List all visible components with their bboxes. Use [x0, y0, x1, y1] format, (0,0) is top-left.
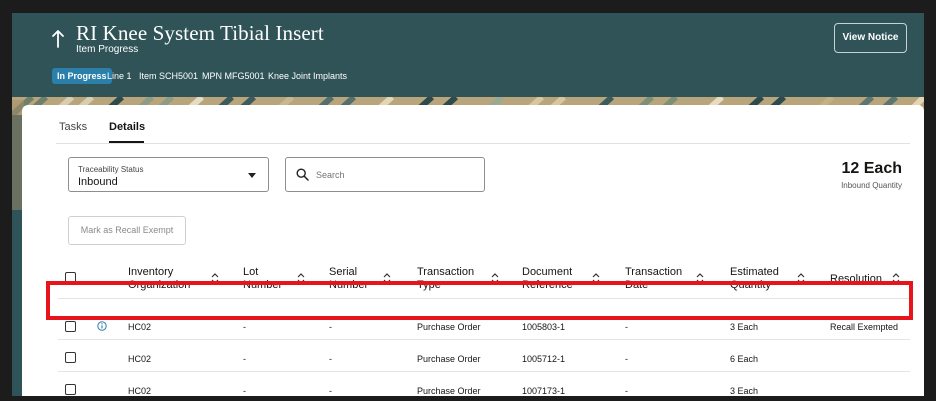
cell-inventory-organization: HC02 — [128, 322, 152, 332]
select-label: Traceability Status — [78, 165, 144, 174]
column-header-text: Transaction — [417, 266, 475, 278]
quantity-value: 12 Each — [841, 160, 902, 177]
cell-estimated-quantity: 6 Each — [730, 354, 759, 364]
column-header-text: Inventory — [128, 266, 174, 278]
cell-lot-number: - — [243, 354, 246, 364]
meta-category: Knee Joint Implants — [268, 71, 348, 81]
content-card: Tasks Details Traceability Status Inboun… — [22, 105, 924, 396]
cell-transaction-type: Purchase Order — [417, 322, 481, 332]
row-checkbox[interactable] — [65, 352, 76, 363]
cell-lot-number: - — [243, 322, 246, 332]
cell-estimated-quantity: 3 Each — [730, 386, 759, 396]
tab-bar: Tasks Details — [22, 105, 924, 143]
cell-serial-number: - — [329, 322, 332, 332]
cell-document-reference: 1005803-1 — [522, 322, 566, 332]
chevron-down-icon — [248, 173, 256, 178]
search-input[interactable] — [285, 157, 485, 192]
inbound-quantity: 12 Each Inbound Quantity — [841, 160, 902, 190]
column-header-text: Document — [522, 266, 573, 278]
meta-line: Line 1 — [107, 71, 132, 81]
search-icon — [296, 168, 309, 181]
info-icon[interactable] — [97, 321, 107, 331]
row-divider — [58, 339, 910, 340]
cell-transaction-date: - — [625, 386, 628, 396]
meta-item: Item SCH5001 — [139, 71, 199, 81]
highlight-annotation-box — [46, 281, 913, 320]
row-checkbox[interactable] — [65, 384, 76, 395]
tab-details[interactable]: Details — [109, 121, 145, 133]
cell-transaction-date: - — [625, 322, 628, 332]
row-divider — [58, 371, 910, 372]
page-title: RI Knee System Tibial Insert — [76, 21, 324, 45]
cell-transaction-type: Purchase Order — [417, 354, 481, 364]
cell-transaction-type: Purchase Order — [417, 386, 481, 396]
app-frame: RI Knee System Tibial Insert Item Progre… — [12, 13, 924, 396]
traceability-status-select[interactable]: Traceability Status Inbound — [68, 157, 269, 192]
status-badge: In Progress — [52, 68, 112, 84]
page-header: RI Knee System Tibial Insert Item Progre… — [12, 13, 924, 100]
meta-mpn: MPN MFG5001 — [202, 71, 265, 81]
cell-estimated-quantity: 3 Each — [730, 322, 759, 332]
cell-document-reference: 1005712-1 — [522, 354, 566, 364]
back-arrow-icon[interactable] — [50, 29, 66, 49]
column-header-text: Serial — [329, 266, 358, 278]
tabs-divider — [56, 143, 910, 144]
cell-serial-number: - — [329, 386, 332, 396]
mark-recall-exempt-button[interactable]: Mark as Recall Exempt — [68, 216, 186, 245]
row-checkbox[interactable] — [65, 321, 76, 332]
view-notice-button[interactable]: View Notice — [834, 23, 907, 53]
select-value: Inbound — [78, 176, 118, 188]
cell-lot-number: - — [243, 386, 246, 396]
column-header-text: Estimated — [730, 266, 779, 278]
page-subtitle: Item Progress — [76, 44, 139, 55]
cell-inventory-organization: HC02 — [128, 386, 152, 396]
cell-inventory-organization: HC02 — [128, 354, 152, 364]
column-header-text: Lot — [243, 266, 259, 278]
cell-transaction-date: - — [625, 354, 628, 364]
tab-tasks[interactable]: Tasks — [59, 121, 87, 133]
cell-document-reference: 1007173-1 — [522, 386, 566, 396]
cell-resolution: Recall Exempted — [830, 322, 899, 332]
column-header-text: Transaction — [625, 266, 683, 278]
cell-serial-number: - — [329, 354, 332, 364]
quantity-label: Inbound Quantity — [841, 181, 902, 190]
